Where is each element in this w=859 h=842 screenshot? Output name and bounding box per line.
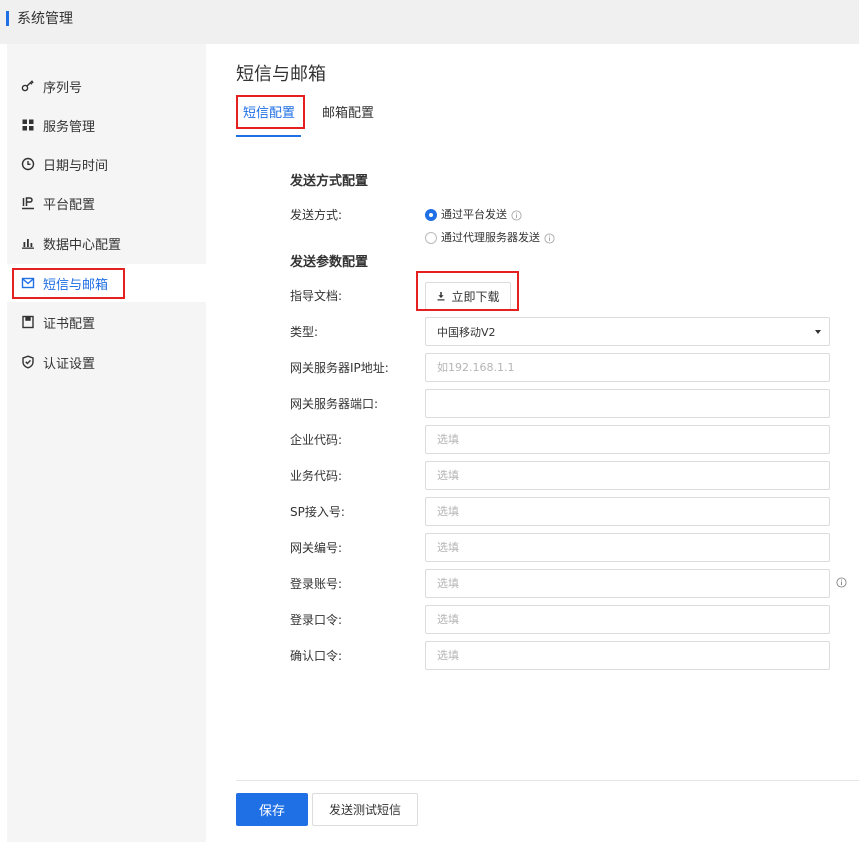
enterprise-code-label: 企业代码:	[290, 433, 343, 447]
sidebar-item-label: 日期与时间	[43, 158, 109, 174]
sidebar: 序列号 服务管理 日期与时间 平台配置 数据中心配置 短信与邮箱 证书配置 认证…	[7, 44, 206, 842]
download-icon	[436, 291, 446, 301]
save-button[interactable]: 保存	[236, 793, 308, 826]
gateway-ip-label: 网关服务器IP地址:	[290, 361, 389, 375]
send-method-label: 发送方式:	[290, 208, 343, 222]
gateway-port-input[interactable]	[425, 389, 830, 418]
info-icon[interactable]	[836, 577, 847, 588]
title-accent-bar	[6, 11, 9, 26]
clock-icon	[21, 157, 35, 171]
sidebar-item-auth[interactable]: 认证设置	[7, 343, 206, 381]
page-title: 短信与邮箱	[236, 64, 326, 85]
download-label: 立即下载	[451, 289, 500, 304]
sidebar-item-datetime[interactable]: 日期与时间	[7, 145, 206, 183]
window-title: 系统管理	[17, 11, 73, 27]
radio-dot[interactable]	[425, 232, 437, 244]
tab-active-indicator	[236, 135, 301, 137]
sp-access-input[interactable]	[425, 497, 830, 526]
sidebar-item-services[interactable]: 服务管理	[7, 106, 206, 144]
service-code-input[interactable]	[425, 461, 830, 490]
radio-label: 通过代理服务器发送	[441, 231, 540, 244]
radio-platform-send[interactable]: 通过平台发送	[425, 208, 522, 222]
main-panel: 短信与邮箱 短信配置 邮箱配置 发送方式配置 发送方式: 通过平台发送 通过代理…	[206, 44, 859, 842]
save-icon	[21, 315, 35, 329]
confirm-password-label: 确认口令:	[290, 649, 343, 663]
sidebar-item-certificate[interactable]: 证书配置	[7, 303, 206, 341]
type-label: 类型:	[290, 325, 319, 339]
sidebar-item-label: 序列号	[43, 80, 83, 96]
sp-access-label: SP接入号:	[290, 505, 345, 519]
radio-dot-checked[interactable]	[425, 209, 437, 221]
gateway-id-input[interactable]	[425, 533, 830, 562]
sidebar-item-serial[interactable]: 序列号	[7, 67, 206, 105]
sidebar-item-label: 平台配置	[43, 197, 96, 213]
key-icon	[21, 79, 35, 93]
login-password-input[interactable]	[425, 605, 830, 634]
shield-icon	[21, 355, 35, 369]
ip-icon	[21, 196, 35, 210]
info-icon[interactable]	[544, 232, 555, 244]
mail-icon	[21, 276, 35, 290]
info-icon[interactable]	[511, 209, 522, 221]
gateway-ip-input[interactable]	[425, 353, 830, 382]
login-account-label: 登录账号:	[290, 577, 343, 591]
sidebar-item-platform[interactable]: 平台配置	[7, 184, 206, 222]
section-title-send-method: 发送方式配置	[290, 174, 369, 189]
guide-doc-label: 指导文档:	[290, 289, 343, 303]
sidebar-item-datacenter[interactable]: 数据中心配置	[7, 224, 206, 262]
download-button[interactable]: 立即下载	[425, 282, 511, 310]
tab-sms-config[interactable]: 短信配置	[243, 104, 295, 124]
sidebar-item-label: 数据中心配置	[43, 237, 122, 253]
radio-proxy-send[interactable]: 通过代理服务器发送	[425, 231, 555, 245]
sidebar-item-label: 短信与邮箱	[43, 277, 109, 293]
grid-icon	[21, 118, 35, 132]
confirm-password-input[interactable]	[425, 641, 830, 670]
bar-chart-icon	[21, 236, 35, 250]
type-select[interactable]: 中国移动V2	[425, 317, 830, 346]
sidebar-item-label: 认证设置	[43, 356, 96, 372]
radio-label: 通过平台发送	[441, 208, 507, 221]
login-password-label: 登录口令:	[290, 613, 343, 627]
login-account-input[interactable]	[425, 569, 830, 598]
footer-divider	[236, 780, 859, 781]
service-code-label: 业务代码:	[290, 469, 343, 483]
type-select-value: 中国移动V2	[437, 325, 496, 339]
sidebar-item-label: 证书配置	[43, 316, 96, 332]
sidebar-item-label: 服务管理	[43, 119, 96, 135]
top-bar: 系统管理	[0, 0, 859, 44]
sidebar-item-sms-mail[interactable]: 短信与邮箱	[7, 264, 206, 302]
gateway-port-label: 网关服务器端口:	[290, 397, 379, 411]
tab-mail-config[interactable]: 邮箱配置	[322, 104, 374, 124]
send-test-sms-button[interactable]: 发送测试短信	[312, 793, 418, 826]
gateway-id-label: 网关编号:	[290, 541, 343, 555]
enterprise-code-input[interactable]	[425, 425, 830, 454]
chevron-down-icon	[815, 330, 821, 334]
section-title-params: 发送参数配置	[290, 255, 369, 270]
